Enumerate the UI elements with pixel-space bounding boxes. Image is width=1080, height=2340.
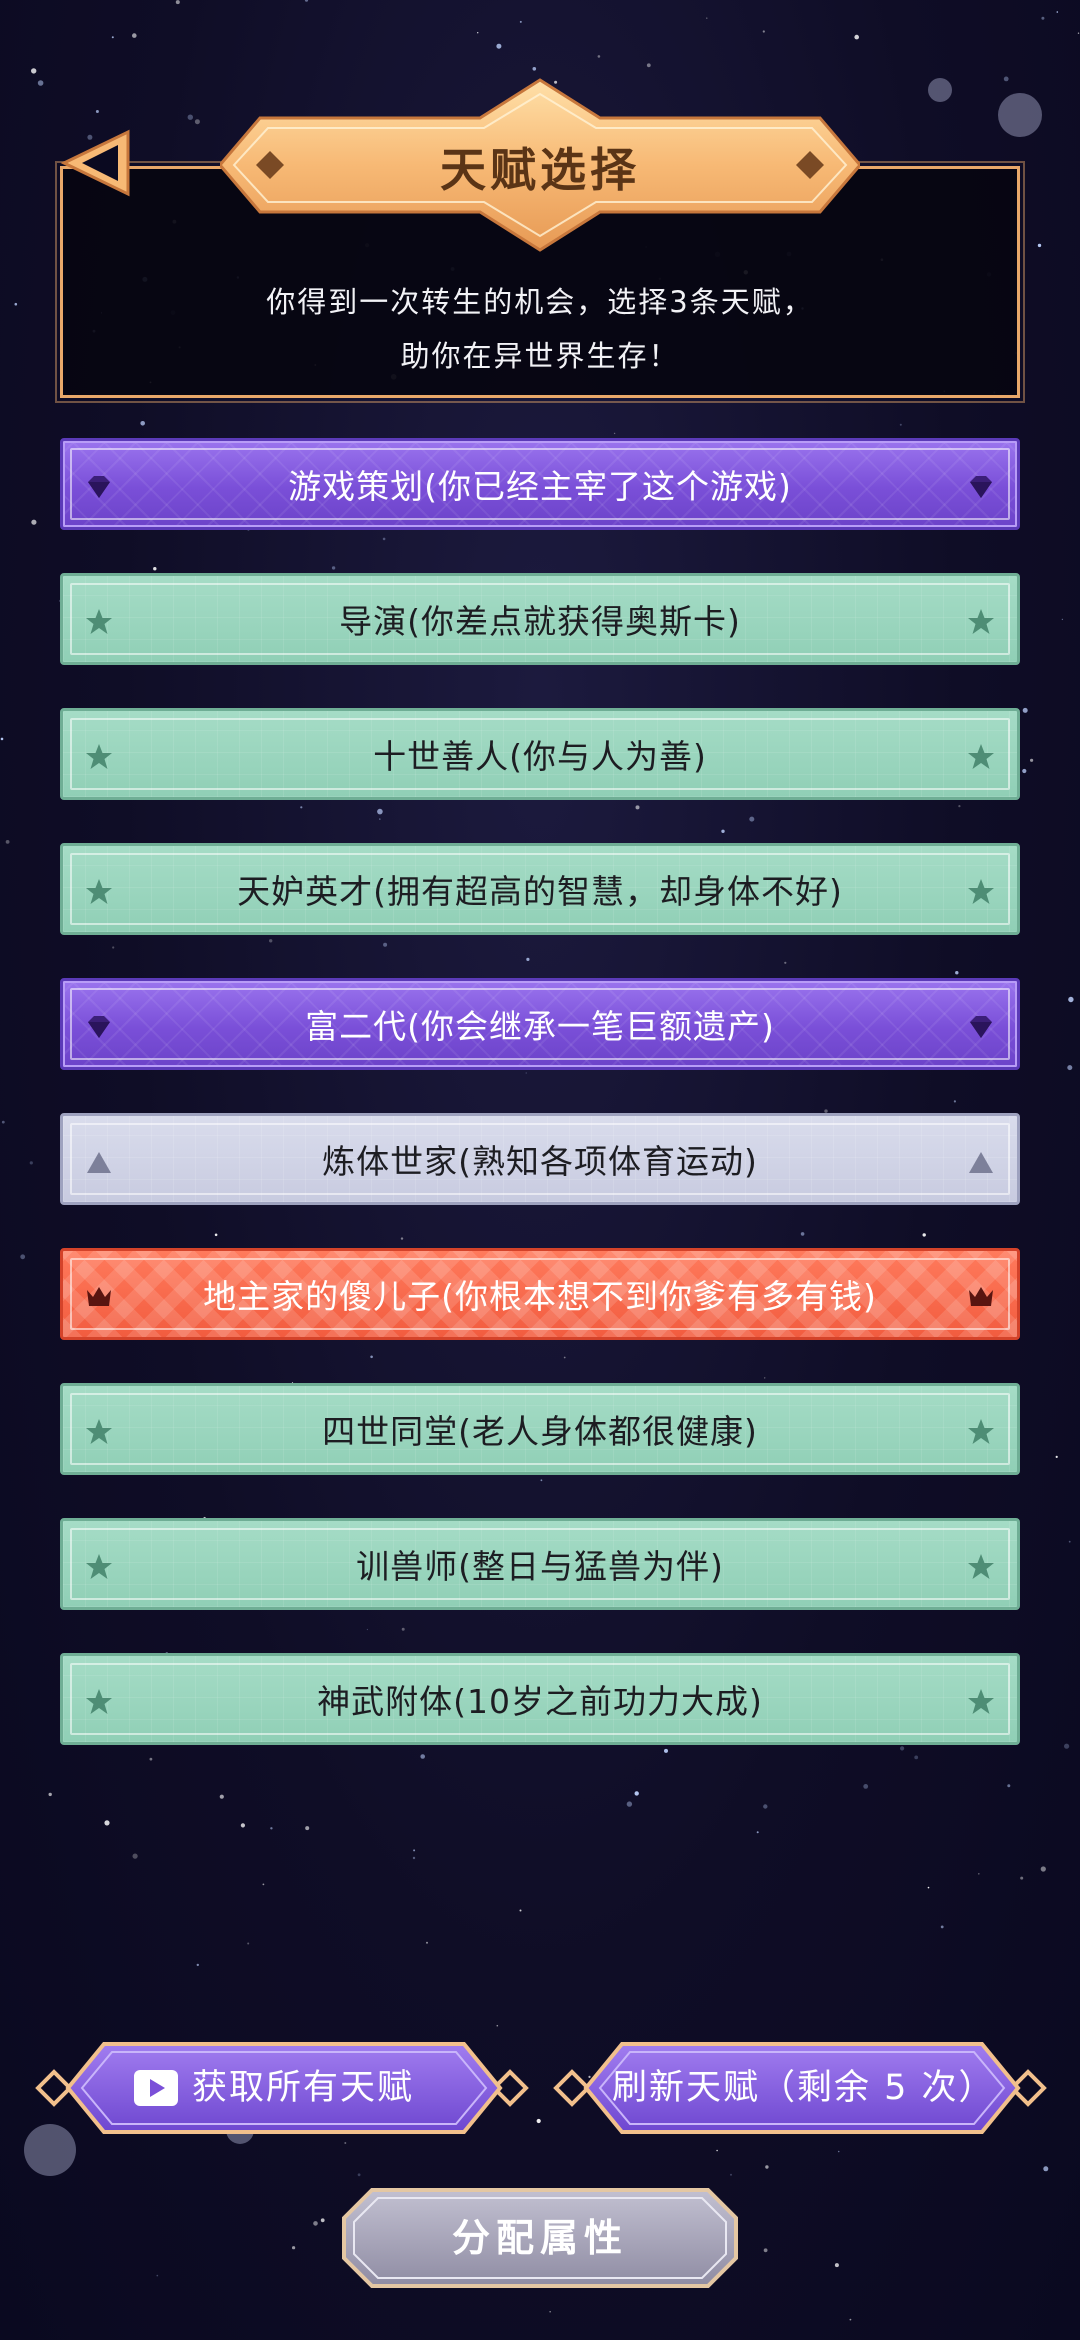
video-play-icon bbox=[134, 2070, 178, 2106]
talent-label: 富二代(你会继承一笔巨额遗产) bbox=[305, 1007, 775, 1046]
talent-label: 天妒英才(拥有超高的智慧，却身体不好) bbox=[237, 872, 843, 911]
diamond-icon bbox=[81, 1009, 117, 1045]
talent-option-7[interactable]: 地主家的傻儿子(你根本想不到你爹有多有钱) bbox=[60, 1248, 1020, 1340]
allocate-attributes-button[interactable]: 分配属性 bbox=[342, 2188, 738, 2288]
talent-option-6[interactable]: 炼体世家(熟知各项体育运动) bbox=[60, 1113, 1020, 1205]
star-icon bbox=[963, 1414, 999, 1450]
crown-icon bbox=[963, 1279, 999, 1315]
talent-label: 四世同堂(老人身体都很健康) bbox=[322, 1412, 758, 1451]
talent-option-5[interactable]: 富二代(你会继承一笔巨额遗产) bbox=[60, 978, 1020, 1070]
refresh-talents-button[interactable]: 刷新天赋（剩余 5 次） bbox=[552, 2040, 1048, 2136]
talent-option-10[interactable]: 神武附体(10岁之前功力大成) bbox=[60, 1653, 1020, 1745]
page-title: 天赋选择 bbox=[440, 143, 640, 197]
talent-list: 游戏策划(你已经主宰了这个游戏) 导演(你差点就获得奥斯卡) 十世善人(你与人为善)… bbox=[60, 438, 1020, 1788]
allocate-attributes-label: 分配属性 bbox=[451, 2216, 628, 2260]
talent-label: 神武附体(10岁之前功力大成) bbox=[317, 1682, 763, 1721]
star-icon bbox=[81, 739, 117, 775]
talent-label: 导演(你差点就获得奥斯卡) bbox=[339, 602, 741, 641]
talent-label: 十世善人(你与人为善) bbox=[373, 737, 707, 776]
diamond-icon bbox=[963, 1009, 999, 1045]
talent-label: 地主家的傻儿子(你根本想不到你爹有多有钱) bbox=[203, 1277, 877, 1316]
star-icon bbox=[81, 604, 117, 640]
get-all-talents-label: 获取所有天赋 bbox=[192, 2068, 415, 2108]
title-banner: 天赋选择 bbox=[220, 78, 860, 252]
talent-option-8[interactable]: 四世同堂(老人身体都很健康) bbox=[60, 1383, 1020, 1475]
talent-option-2[interactable]: 导演(你差点就获得奥斯卡) bbox=[60, 573, 1020, 665]
star-icon bbox=[81, 1414, 117, 1450]
talent-option-3[interactable]: 十世善人(你与人为善) bbox=[60, 708, 1020, 800]
star-icon bbox=[963, 604, 999, 640]
talent-option-4[interactable]: 天妒英才(拥有超高的智慧，却身体不好) bbox=[60, 843, 1020, 935]
back-button[interactable] bbox=[58, 128, 138, 198]
star-icon bbox=[81, 1684, 117, 1720]
diamond-icon bbox=[963, 469, 999, 505]
star-icon bbox=[81, 1549, 117, 1585]
talent-label: 炼体世家(熟知各项体育运动) bbox=[322, 1142, 758, 1181]
triangle-icon bbox=[963, 1144, 999, 1180]
star-icon bbox=[81, 874, 117, 910]
talent-label: 游戏策划(你已经主宰了这个游戏) bbox=[288, 467, 792, 506]
talent-option-9[interactable]: 训兽师(整日与猛兽为伴) bbox=[60, 1518, 1020, 1610]
star-icon bbox=[963, 1684, 999, 1720]
talent-option-1[interactable]: 游戏策划(你已经主宰了这个游戏) bbox=[60, 438, 1020, 530]
get-all-talents-button[interactable]: 获取所有天赋 bbox=[34, 2040, 530, 2136]
triangle-icon bbox=[81, 1144, 117, 1180]
star-icon bbox=[963, 739, 999, 775]
intro-text: 你得到一次转生的机会，选择3条天赋， 助你在异世界生存！ bbox=[266, 285, 814, 373]
refresh-talents-label: 刷新天赋（剩余 5 次） bbox=[612, 2068, 996, 2108]
back-arrow-icon bbox=[60, 129, 130, 197]
crown-icon bbox=[81, 1279, 117, 1315]
diamond-icon bbox=[81, 469, 117, 505]
star-icon bbox=[963, 874, 999, 910]
star-icon bbox=[963, 1549, 999, 1585]
talent-label: 训兽师(整日与猛兽为伴) bbox=[356, 1547, 724, 1586]
